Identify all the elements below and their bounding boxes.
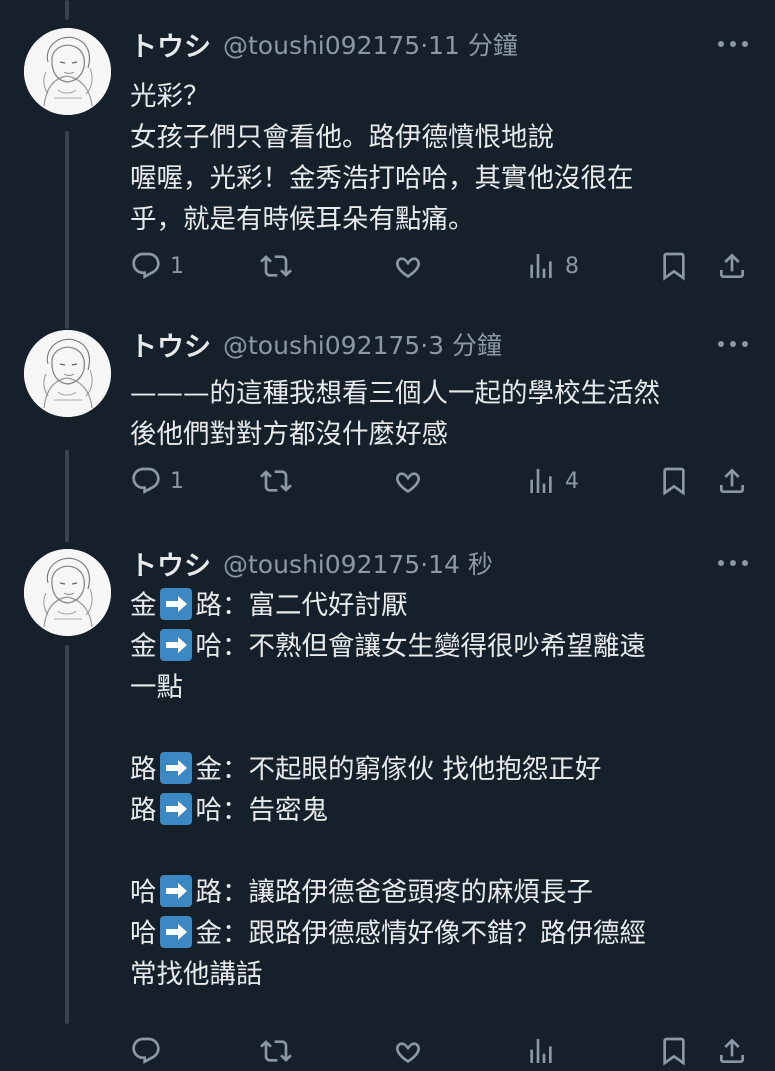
tweet-header: トウシ @toushi092175·11 分鐘 (130, 25, 518, 64)
tweet-text-line: 女孩子們只會看他。路伊德憤恨地說 (130, 122, 554, 153)
tweet-text-line: 喔喔，光彩！金秀浩打哈哈，其實他沒很在 (130, 163, 634, 194)
bookmark-button[interactable] (658, 1031, 690, 1071)
tweet-text: 金路：富二代好討厭金哈：不熟但會讓女生變得很吵希望離遠 一點路金：不起眼的窮傢伙 … (130, 585, 750, 995)
tweet-text-line: 後他們對對方都沒什麼好感 (130, 419, 448, 450)
handle-and-time[interactable]: @toushi092175·11 分鐘 (223, 26, 518, 62)
reply-icon (132, 1037, 160, 1064)
right-arrow-emoji (159, 916, 192, 948)
tweet[interactable]: トウシ @toushi092175·14 秒 金路：富二代好討厭金哈：不熟但會讓… (0, 544, 775, 1066)
reply-button[interactable] (130, 1031, 162, 1071)
right-arrow-emoji (159, 752, 192, 784)
views-button[interactable] (525, 1031, 557, 1071)
tweet-text-line (130, 708, 750, 749)
tweet-actions: 1 8 (130, 246, 750, 286)
tweet-actions (130, 1031, 750, 1071)
like-icon (396, 1042, 420, 1063)
like-button[interactable] (392, 246, 424, 286)
tweet-text-line: ———的這種我想看三個人一起的學校生活然 (130, 378, 660, 409)
tweet-text-line: 哈路：讓路伊德爸爸頭疼的麻煩長子 (130, 875, 593, 908)
display-name[interactable]: トウシ (130, 544, 211, 583)
retweet-icon (260, 1040, 292, 1062)
bookmark-button[interactable] (658, 246, 690, 286)
views-icon (530, 254, 552, 278)
retweet-icon (260, 255, 292, 277)
right-arrow-emoji (159, 629, 192, 661)
tweet-header: トウシ @toushi092175·3 分鐘 (130, 325, 502, 364)
views-count: 8 (565, 253, 579, 279)
more-icon[interactable] (718, 29, 748, 59)
tweet-text-line: 金路：富二代好討厭 (130, 588, 408, 621)
retweet-icon (260, 470, 292, 492)
tweet-text-line: 路哈：告密鬼 (130, 793, 328, 826)
views-button[interactable]: 8 (525, 246, 579, 286)
more-icon[interactable] (718, 329, 748, 359)
avatar[interactable] (24, 330, 111, 417)
tweet-text-line: 路金：不起眼的窮傢伙 找他抱怨正好 (130, 752, 602, 785)
tweet-text-line: 金哈：不熟但會讓女生變得很吵希望離遠 (130, 629, 646, 662)
handle-and-time[interactable]: @toushi092175·14 秒 (223, 545, 493, 581)
tweet-text-line: 一點 (130, 672, 183, 703)
share-icon (720, 1038, 744, 1063)
display-name[interactable]: トウシ (130, 325, 211, 364)
right-arrow-emoji (159, 793, 192, 825)
like-icon (396, 472, 420, 493)
more-icon[interactable] (718, 548, 748, 578)
share-button[interactable] (716, 1031, 748, 1071)
bookmark-button[interactable] (658, 461, 690, 501)
reply-button[interactable]: 1 (130, 246, 184, 286)
share-icon (720, 253, 744, 278)
reply-icon (132, 467, 160, 494)
reply-icon (132, 252, 160, 279)
tweet-text-line: 光彩？ (130, 81, 210, 112)
right-arrow-emoji (159, 588, 192, 620)
views-icon (530, 469, 552, 493)
views-button[interactable]: 4 (525, 461, 579, 501)
like-button[interactable] (392, 461, 424, 501)
tweet-text: 光彩？ 女孩子們只會看他。路伊德憤恨地說喔喔，光彩！金秀浩打哈哈，其實他沒很在 乎，… (130, 76, 750, 240)
bookmark-icon (663, 467, 685, 496)
handle-and-time[interactable]: @toushi092175·3 分鐘 (223, 326, 502, 362)
share-icon (720, 468, 744, 493)
retweet-button[interactable] (260, 1031, 292, 1071)
retweet-button[interactable] (260, 246, 292, 286)
tweet-actions: 1 4 (130, 461, 750, 501)
avatar[interactable] (24, 28, 111, 115)
retweet-button[interactable] (260, 461, 292, 501)
like-icon (396, 257, 420, 278)
tweet-header: トウシ @toushi092175·14 秒 (130, 544, 493, 583)
share-button[interactable] (716, 461, 748, 501)
avatar[interactable] (24, 549, 111, 636)
reply-count: 1 (170, 253, 184, 279)
bookmark-icon (663, 1037, 685, 1066)
views-count: 4 (565, 468, 579, 494)
reply-button[interactable]: 1 (130, 461, 184, 501)
tweet-text-line: 常找他講話 (130, 959, 263, 990)
tweet-text-line (130, 831, 750, 872)
share-button[interactable] (716, 246, 748, 286)
display-name[interactable]: トウシ (130, 25, 211, 64)
views-icon (530, 1039, 552, 1063)
thread-line (65, 0, 69, 20)
tweet-text: ———的這種我想看三個人一起的學校生活然 後他們對對方都沒什麼好感 (130, 373, 750, 455)
tweet-text-line: 哈金：跟路伊德感情好像不錯？路伊德經 (130, 916, 646, 949)
tweet-text-line: 乎，就是有時候耳朵有點痛。 (130, 204, 475, 235)
right-arrow-emoji (159, 875, 192, 907)
bookmark-icon (663, 252, 685, 281)
reply-count: 1 (170, 468, 184, 494)
like-button[interactable] (392, 1031, 424, 1071)
